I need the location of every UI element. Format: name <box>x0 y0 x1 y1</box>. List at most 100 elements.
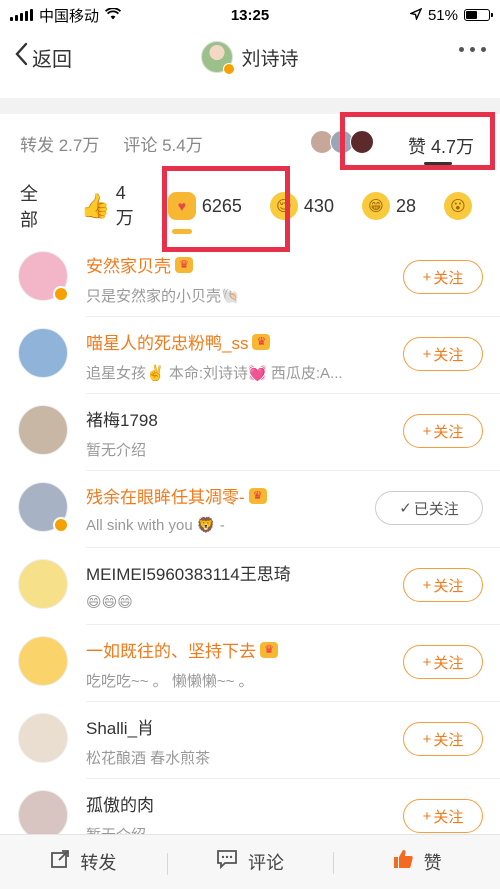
plus-icon: + <box>422 345 432 363</box>
user-name-text: MEIMEI5960383114王思琦 <box>86 565 291 584</box>
user-row[interactable]: 孤傲的肉暂无介绍 +关注 <box>0 779 500 834</box>
wifi-icon <box>104 6 122 24</box>
user-name-text: 一如既往的、坚持下去 <box>86 642 256 661</box>
user-text: 一如既往的、坚持下去 ♛ 吃吃吃~~ 。 懒懒懒~~ 。 <box>86 637 386 691</box>
avatar[interactable] <box>18 482 69 533</box>
follow-button[interactable]: + 关注 <box>403 414 483 448</box>
user-row[interactable]: 一如既往的、坚持下去 ♛ 吃吃吃~~ 。 懒懒懒~~ 。 + 关注 <box>0 625 500 702</box>
user-bio: 暂无介绍 <box>86 824 386 834</box>
follow-button[interactable]: + 关注 <box>403 799 483 833</box>
user-text: 孤傲的肉暂无介绍 <box>86 791 386 834</box>
more-icon[interactable] <box>459 47 486 52</box>
chevron-left-icon <box>14 42 28 72</box>
follow-button[interactable]: + 关注 <box>403 568 483 602</box>
follow-label: 关注 <box>433 808 464 826</box>
reaction-tab-label: 全部 <box>20 184 38 230</box>
user-text: Shalli_肖松花酿酒 春水煎茶 <box>86 714 386 768</box>
avatar[interactable] <box>18 405 68 455</box>
user-name-text: 安然家贝壳 <box>86 257 171 276</box>
reaction-tab-thumbs-up[interactable]: 👍 4万 <box>80 182 140 230</box>
avatar[interactable] <box>18 790 68 834</box>
avatar[interactable] <box>18 251 69 302</box>
like-button[interactable]: 赞 <box>333 848 500 876</box>
user-name[interactable]: MEIMEI5960383114王思琦 <box>86 560 386 585</box>
user-name-text: 褚梅1798 <box>86 411 158 430</box>
follow-label: 关注 <box>433 577 464 595</box>
avatar[interactable] <box>18 713 68 763</box>
repost-button[interactable]: 转发 <box>0 849 167 875</box>
user-row[interactable]: MEIMEI5960383114王思琦 😄😄😄 + 关注 <box>0 548 500 625</box>
user-bio: 只是安然家的小贝壳🐚 <box>86 288 240 305</box>
plus-icon: + <box>422 730 432 748</box>
user-bio: 吃吃吃~~ 。 懒懒懒~~ 。 <box>86 673 254 690</box>
thumbs-up-icon <box>392 848 414 876</box>
user-bio: 松花酿酒 春水煎茶 <box>86 750 211 767</box>
surprised-face-icon: 😮 <box>444 192 472 220</box>
user-name[interactable]: 安然家贝壳 ♛ <box>86 252 386 277</box>
reaction-tab-all[interactable]: 全部 <box>20 180 54 232</box>
follow-label: 已关注 <box>413 500 459 518</box>
user-bio: All sink with you 🦁 - <box>86 517 225 534</box>
user-name[interactable]: 褚梅1798 <box>86 406 386 431</box>
plus-icon: + <box>422 653 432 671</box>
user-row[interactable]: 残余在眼眸任其凋零- ♛ All sink with you 🦁 - ✓ 已关注 <box>0 471 500 548</box>
user-text: 安然家贝壳 ♛ 只是安然家的小贝壳🐚 <box>86 252 386 306</box>
reaction-tab-grin[interactable]: 😁 28 <box>361 192 416 220</box>
follow-label: 关注 <box>433 346 464 364</box>
follow-button[interactable]: + 关注 <box>403 722 483 756</box>
user-row[interactable]: 褚梅1798 暂无介绍 + 关注 <box>0 394 500 471</box>
user-text: MEIMEI5960383114王思琦 😄😄😄 <box>86 560 386 611</box>
user-row[interactable]: 喵星人的死忠粉鸭_ss ♛ 追星女孩✌️ 本命:刘诗诗💓 西瓜皮:A... + 关注 <box>0 317 500 394</box>
reaction-count: 28 <box>395 195 416 216</box>
user-name[interactable]: 残余在眼眸任其凋零- ♛ <box>86 483 386 508</box>
highlight-box <box>340 112 495 170</box>
avatar[interactable] <box>18 559 68 609</box>
user-row[interactable]: 安然家贝壳 ♛ 只是安然家的小贝壳🐚 + 关注 <box>0 240 500 317</box>
follow-button[interactable]: + 关注 <box>403 645 483 679</box>
user-bio: 追星女孩✌️ 本命:刘诗诗💓 西瓜皮:A... <box>86 365 343 382</box>
user-name[interactable]: 一如既往的、坚持下去 ♛ <box>86 637 386 662</box>
thumbs-up-icon: 👍 <box>80 192 111 220</box>
location-arrow-icon <box>408 7 423 24</box>
user-text: 褚梅1798 暂无介绍 <box>86 406 386 460</box>
check-icon: ✓ <box>399 500 412 517</box>
plus-icon: + <box>422 268 432 286</box>
user-name[interactable]: 孤傲的肉 <box>86 791 386 816</box>
plus-icon: + <box>422 807 432 825</box>
user-name[interactable]: Shalli_肖 <box>86 714 386 739</box>
repost-icon <box>50 849 70 875</box>
crown-icon: ♛ <box>252 333 271 350</box>
status-right: 51% <box>408 6 493 24</box>
user-name[interactable]: 喵星人的死忠粉鸭_ss ♛ <box>86 329 386 354</box>
back-label: 返回 <box>32 48 72 71</box>
battery-percent: 51% <box>427 6 458 24</box>
follow-label: 关注 <box>433 269 464 287</box>
followed-button[interactable]: ✓ 已关注 <box>375 491 483 525</box>
avatar[interactable] <box>201 41 236 75</box>
user-row[interactable]: Shalli_肖松花酿酒 春水煎茶 + 关注 <box>0 702 500 779</box>
repost-count-tab[interactable]: 转发 2.7万 <box>20 131 99 156</box>
avatar[interactable] <box>18 328 68 378</box>
user-name-text: Shalli_肖 <box>86 719 155 738</box>
battery-icon <box>464 9 493 21</box>
page-title: 刘诗诗 <box>241 48 299 70</box>
verified-badge-icon <box>53 286 69 302</box>
follow-button[interactable]: + 关注 <box>403 337 483 371</box>
verified-badge-icon <box>53 517 69 533</box>
back-button[interactable]: 返回 <box>0 42 72 72</box>
plus-icon: + <box>422 422 432 440</box>
verified-badge-icon <box>223 63 236 75</box>
user-bio: 暂无介绍 <box>86 442 147 459</box>
nav-bar: 返回 刘诗诗 <box>0 30 500 84</box>
reaction-tab-surprised[interactable]: 😮 <box>444 192 472 220</box>
avatar[interactable] <box>18 636 68 686</box>
user-list: 安然家贝壳 ♛ 只是安然家的小贝壳🐚 + 关注 喵星人的死忠粉鸭_ss ♛ 追星女孩✌️ 本命… <box>0 240 500 834</box>
crown-icon: ♛ <box>260 641 278 658</box>
carrier-label: 中国移动 <box>39 7 100 25</box>
follow-button[interactable]: + 关注 <box>403 260 483 294</box>
user-name-text: 孤傲的肉 <box>86 796 154 815</box>
comment-count-tab[interactable]: 评论 5.4万 <box>123 131 202 156</box>
reaction-count: 4万 <box>115 182 134 228</box>
signal-icon <box>10 9 33 21</box>
comment-button[interactable]: 评论 <box>166 849 334 875</box>
